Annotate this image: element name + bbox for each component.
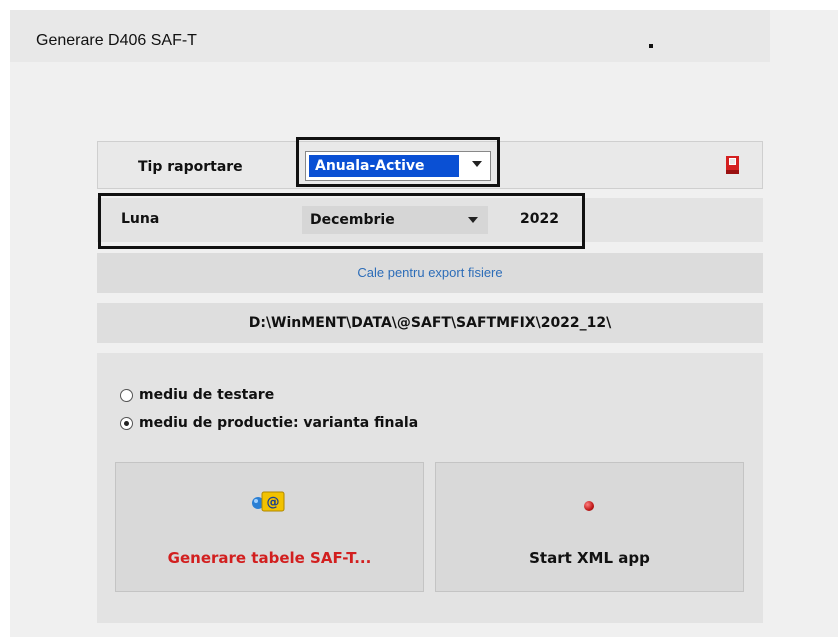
export-path-caption[interactable]: Cale pentru export fisiere — [97, 253, 763, 293]
start-xml-app-button[interactable]: Start XML app — [435, 462, 744, 592]
generare-tabele-label: Generare tabele SAF-T... — [167, 549, 372, 567]
radio-label: mediu de productie: varianta finala — [139, 415, 419, 431]
radio-mediu-productie[interactable]: mediu de productie: varianta finala — [120, 413, 418, 433]
red-led-icon — [584, 501, 594, 511]
export-path-value: D:\WinMENT\DATA\@SAFT\SAFTMFIX\2022_12\ — [97, 303, 763, 343]
exit-door-icon[interactable] — [726, 156, 739, 174]
tip-raportare-label: Tip raportare — [138, 159, 243, 175]
email-at-icon: @ — [252, 491, 285, 512]
generare-tabele-button[interactable]: @ Generare tabele SAF-T... — [115, 462, 424, 592]
chevron-down-icon[interactable] — [472, 161, 482, 167]
luna-label: Luna — [121, 211, 160, 227]
chevron-down-icon[interactable] — [468, 217, 478, 223]
radio-label: mediu de testare — [139, 387, 275, 403]
start-xml-app-label: Start XML app — [529, 549, 650, 567]
luna-value: Decembrie — [310, 212, 395, 228]
tip-raportare-dropdown[interactable]: Anuala-Active — [305, 151, 491, 181]
tip-raportare-value: Anuala-Active — [309, 155, 459, 177]
year-value[interactable]: 2022 — [520, 211, 559, 227]
svg-text:@: @ — [267, 495, 280, 510]
window-title: Generare D406 SAF-T — [36, 32, 197, 49]
radio-mediu-testare[interactable]: mediu de testare — [120, 385, 274, 405]
radio-button-icon[interactable] — [120, 388, 133, 402]
radio-button-selected-icon[interactable] — [120, 416, 133, 430]
title-marker — [649, 44, 653, 48]
luna-dropdown[interactable]: Decembrie — [302, 206, 488, 234]
